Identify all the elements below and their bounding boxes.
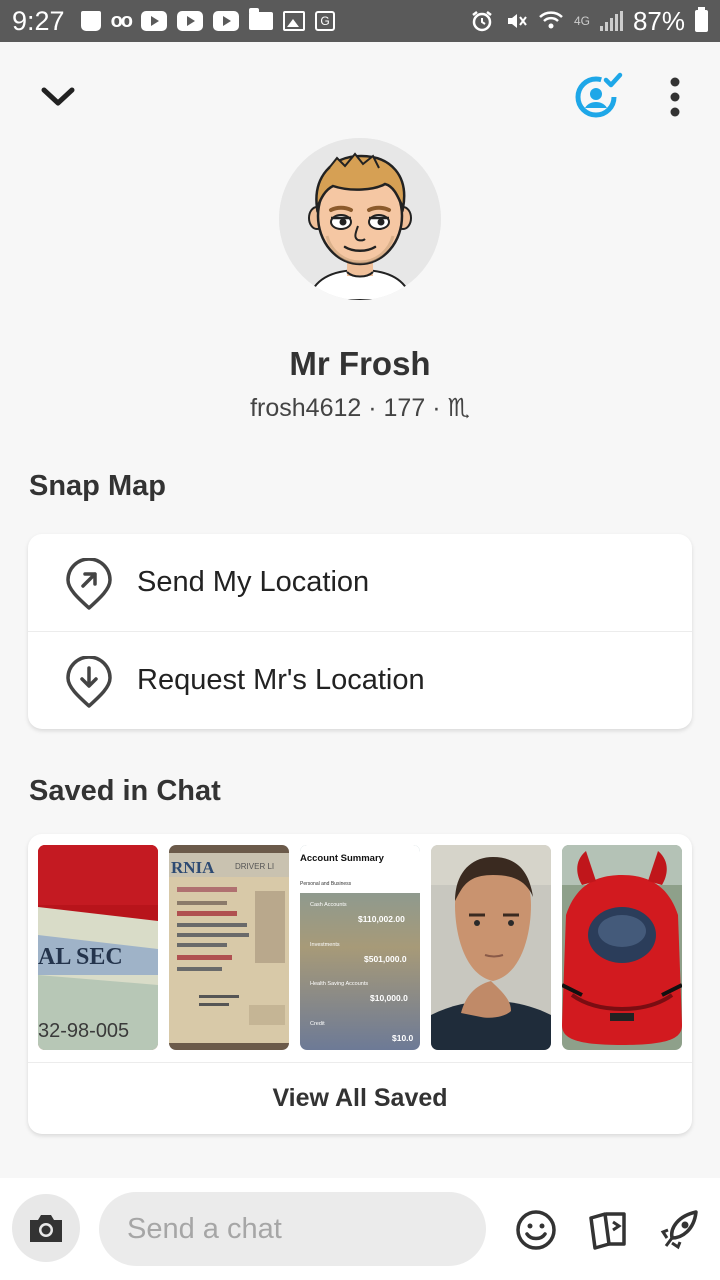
profile-subline: frosh4612 · 177 · ♏ xyxy=(0,393,720,423)
account-amount-text: $10.0 xyxy=(392,1033,414,1043)
saved-in-chat-card: AL SEC 32-98-005 RNIA DRIVER LI Account … xyxy=(28,834,692,1134)
shopping-bag-icon xyxy=(80,11,101,31)
location-request-icon xyxy=(66,656,112,708)
mute-vibrate-icon xyxy=(507,14,527,28)
chat-bottom-bar xyxy=(0,1178,720,1280)
status-bar: 9:27 oo G 4G 87% xyxy=(0,0,720,42)
account-line-text: Credit xyxy=(310,1021,325,1027)
license-header-text: RNIA xyxy=(171,858,215,877)
chevron-down-icon[interactable] xyxy=(38,82,78,112)
account-summary-title: Account Summary xyxy=(300,853,385,864)
camera-button[interactable] xyxy=(12,1194,80,1262)
zodiac-sign[interactable]: ♏ xyxy=(447,394,469,422)
alarm-icon xyxy=(472,11,492,32)
request-location-label: Request Mr's Location xyxy=(137,663,425,696)
battery-icon xyxy=(695,7,708,32)
account-line-text: Investments xyxy=(310,942,340,948)
voicemail-icon: oo xyxy=(110,9,133,32)
thumbnail-selfie[interactable] xyxy=(431,845,551,1050)
status-time: 9:27 xyxy=(12,5,65,36)
profile-header xyxy=(0,42,720,152)
account-amount-text: $10,000.0 xyxy=(370,993,408,1003)
account-line-text: Cash Accounts xyxy=(310,902,347,908)
send-location-row[interactable]: Send My Location xyxy=(28,534,692,631)
thumbnail-red-car[interactable] xyxy=(562,845,682,1050)
saved-thumbnails: AL SEC 32-98-005 RNIA DRIVER LI Account … xyxy=(38,845,682,1050)
snap-score[interactable]: 177 xyxy=(384,394,426,422)
card-text: AL SEC xyxy=(38,944,123,970)
app-notification-icon: G xyxy=(315,11,335,31)
signal-icon xyxy=(599,11,623,31)
gallery-icon xyxy=(283,11,305,31)
thumbnail-drivers-license[interactable]: RNIA DRIVER LI xyxy=(169,845,289,1050)
bitmoji-avatar[interactable] xyxy=(279,138,441,300)
stickers-cards-icon[interactable] xyxy=(586,1208,630,1252)
add-friend-icon[interactable] xyxy=(574,70,624,120)
request-location-row[interactable]: Request Mr's Location xyxy=(28,631,692,728)
send-location-label: Send My Location xyxy=(137,566,370,598)
network-type: 4G xyxy=(573,14,590,28)
account-line-text: Health Saving Accounts xyxy=(310,981,368,987)
wifi-icon xyxy=(539,11,563,29)
more-options-icon[interactable] xyxy=(660,72,690,122)
youtube-icon xyxy=(177,11,203,31)
saved-in-chat-title: Saved in Chat xyxy=(29,775,221,807)
youtube-icon xyxy=(141,11,167,31)
camera-icon xyxy=(30,1215,62,1242)
account-amount-text: $110,002.00 xyxy=(358,914,405,924)
account-amount-text: $501,000.0 xyxy=(364,954,407,964)
view-all-saved-button[interactable]: View All Saved xyxy=(28,1062,692,1134)
separator: · xyxy=(368,394,377,422)
account-type-text: Personal and Business xyxy=(300,881,352,887)
snap-map-card: Send My Location Request Mr's Location xyxy=(28,534,692,729)
card-number-text: 32-98-005 xyxy=(38,1020,129,1042)
send-chat-input[interactable] xyxy=(99,1192,486,1266)
folder-icon xyxy=(249,8,273,30)
username[interactable]: frosh4612 xyxy=(250,394,361,422)
snap-map-title: Snap Map xyxy=(29,470,166,502)
battery-percent: 87% xyxy=(632,5,685,36)
separator: · xyxy=(432,394,441,422)
display-name: Mr Frosh xyxy=(289,345,431,382)
youtube-icon xyxy=(213,11,239,31)
thumbnail-account-summary[interactable]: Account Summary Personal and Business Ca… xyxy=(300,845,420,1050)
rocket-games-icon[interactable] xyxy=(658,1208,702,1252)
location-arrow-icon xyxy=(66,558,112,610)
license-subheader-text: DRIVER LI xyxy=(235,862,274,871)
thumbnail-social-security-card[interactable]: AL SEC 32-98-005 xyxy=(38,845,158,1050)
emoji-icon[interactable] xyxy=(514,1208,558,1252)
bitmoji-image xyxy=(279,138,441,300)
